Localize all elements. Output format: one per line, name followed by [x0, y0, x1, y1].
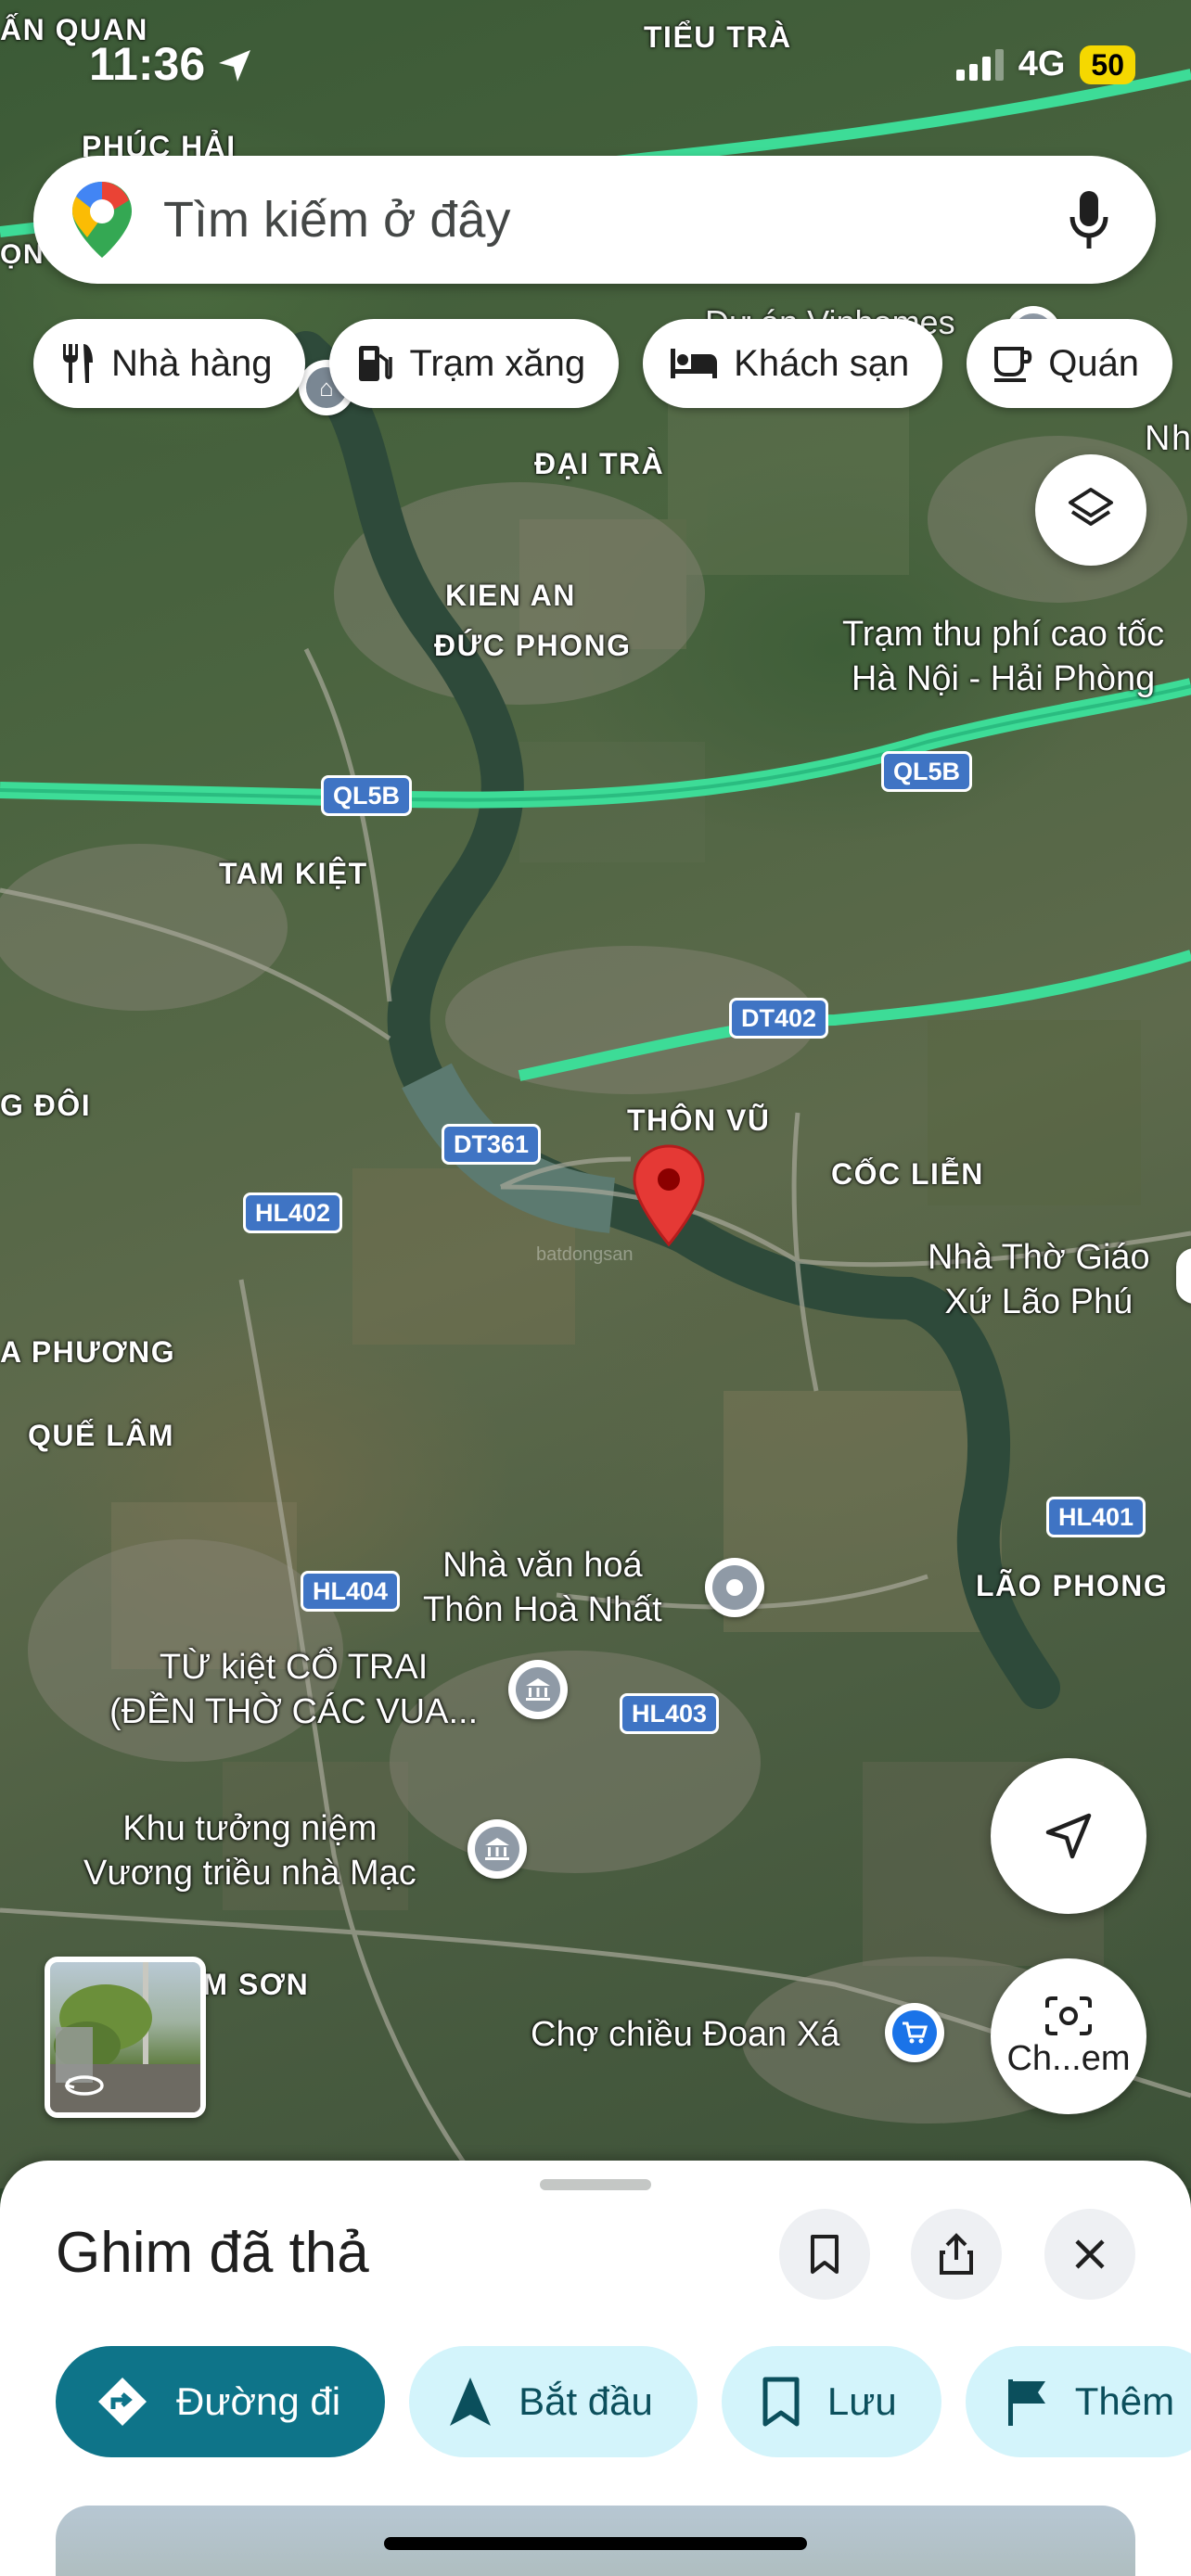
place-label: Nh — [1145, 419, 1191, 458]
chip-restaurants[interactable]: Nhà hàng — [33, 319, 306, 408]
rotate-360-icon — [64, 2075, 104, 2096]
poi-marker-icon[interactable] — [1176, 1248, 1191, 1304]
place-bottom-sheet[interactable]: Ghim đã thả Đường đi Bắt đầu Lưu Thêm — [0, 2161, 1191, 2576]
directions-icon — [98, 2378, 147, 2426]
memorial-icon[interactable] — [467, 1819, 527, 1879]
temple-label: TỪ kiệt CỔ TRAI (ĐỀN THỜ CÁC VUA... — [109, 1648, 479, 1731]
road-shield: DT402 — [729, 998, 829, 1039]
battery-indicator: 50 — [1080, 45, 1135, 84]
category-chips: Nhà hàng Trạm xăng Khách sạn Quán — [33, 319, 1173, 408]
cellular-signal-icon — [955, 48, 1004, 81]
camera-button-label: Ch...em — [1006, 2038, 1131, 2078]
toll-station-label: Trạm thu phí cao tốc Hà Nội - Hải Phòng — [842, 615, 1165, 698]
market-label: Chợ chiều Đoan Xá — [531, 2015, 840, 2054]
coffee-cup-icon — [994, 347, 1032, 382]
chip-hotels[interactable]: Khách sạn — [643, 319, 943, 408]
watermark: batdongsan — [536, 1244, 634, 1265]
save-bookmark-button[interactable] — [779, 2209, 870, 2300]
street-view-thumbnail[interactable] — [45, 1957, 206, 2118]
add-label-button[interactable]: Thêm — [965, 2346, 1191, 2457]
layers-icon — [1069, 488, 1113, 526]
save-button[interactable]: Lưu — [721, 2346, 941, 2457]
chip-label: Nhà hàng — [111, 342, 273, 384]
lens-camera-button[interactable]: Ch...em — [991, 1958, 1146, 2114]
road-shield: DT361 — [442, 1124, 542, 1165]
temple-icon[interactable] — [508, 1660, 568, 1719]
network-type: 4G — [1018, 45, 1066, 83]
place-label: TAM KIỆT — [219, 857, 368, 890]
start-navigation-button[interactable]: Bắt đầu — [409, 2346, 698, 2457]
place-label: ĐỨC PHONG — [434, 629, 632, 662]
place-label: KIEN AN — [445, 579, 576, 612]
chip-cafes[interactable]: Quán — [967, 319, 1173, 408]
place-label: CỐC LIỄN — [831, 1157, 984, 1191]
bookmark-icon — [762, 2377, 800, 2427]
chip-label: Trạm xăng — [409, 342, 586, 384]
fork-knife-icon — [63, 344, 93, 383]
home-indicator[interactable] — [384, 2537, 807, 2550]
place-label: G ĐÔI — [0, 1089, 92, 1122]
culture-house-icon[interactable] — [705, 1558, 764, 1617]
chip-label: Quán — [1048, 342, 1140, 384]
status-indicators: 4G 50 — [955, 45, 1135, 84]
dropped-pin-icon[interactable] — [631, 1142, 707, 1248]
shopping-cart-icon[interactable] — [885, 2003, 944, 2062]
search-bar[interactable]: Tìm kiếm ở đây — [33, 156, 1156, 284]
maps-logo-icon — [72, 182, 132, 258]
road-shield: HL403 — [620, 1693, 720, 1734]
sheet-drag-handle[interactable] — [540, 2179, 651, 2190]
save-label: Lưu — [826, 2379, 897, 2423]
road-shield: HL404 — [301, 1571, 401, 1612]
sheet-title: Ghim đã thả — [56, 2221, 369, 2285]
memorial-label: Khu tưởng niệm Vương triều nhà Mạc — [83, 1809, 416, 1893]
close-icon — [1075, 2239, 1105, 2269]
directions-button[interactable]: Đường đi — [56, 2346, 386, 2457]
place-label: TIỂU TRÀ — [644, 20, 792, 54]
start-label: Bắt đầu — [519, 2379, 653, 2423]
share-icon — [940, 2233, 973, 2275]
close-button[interactable] — [1044, 2209, 1135, 2300]
place-label: THÔN VŨ — [627, 1103, 771, 1137]
action-buttons: Đường đi Bắt đầu Lưu Thêm — [56, 2346, 1191, 2457]
place-label: LÃO PHONG — [976, 1569, 1169, 1602]
my-location-button[interactable] — [991, 1758, 1146, 1914]
bed-icon — [671, 349, 718, 378]
place-label: IM SƠN — [193, 1968, 310, 2001]
search-input[interactable]: Tìm kiếm ở đây — [163, 191, 1065, 249]
microphone-icon[interactable] — [1065, 187, 1113, 252]
gas-station-icon — [359, 346, 393, 381]
place-label: A PHƯƠNG — [0, 1335, 176, 1369]
church-label: Nhà Thờ Giáo Xứ Lão Phú — [928, 1238, 1150, 1321]
layers-button[interactable] — [1035, 454, 1146, 566]
flag-icon — [1007, 2379, 1045, 2426]
camera-search-icon — [1045, 1996, 1092, 2035]
location-services-icon — [219, 50, 250, 82]
road-shield: QL5B — [881, 751, 973, 792]
place-label: ĐẠI TRÀ — [534, 447, 665, 480]
culture-house-label: Nhà văn hoá Thôn Hoà Nhất — [423, 1546, 662, 1629]
chip-gas-stations[interactable]: Trạm xăng — [329, 319, 620, 408]
road-shield: HL401 — [1046, 1497, 1146, 1537]
add-label-text: Thêm — [1074, 2379, 1175, 2423]
road-shield: QL5B — [321, 775, 413, 816]
bookmark-icon — [811, 2235, 839, 2274]
directions-label: Đường đi — [176, 2379, 341, 2423]
place-label: QUẾ LÂM — [28, 1419, 175, 1452]
navigation-arrow-icon — [450, 2378, 492, 2426]
status-time: 11:36 — [89, 38, 206, 90]
share-button[interactable] — [911, 2209, 1002, 2300]
chip-label: Khách sạn — [734, 342, 910, 384]
road-shield: HL402 — [243, 1192, 343, 1233]
location-arrow-icon — [1045, 1813, 1092, 1859]
